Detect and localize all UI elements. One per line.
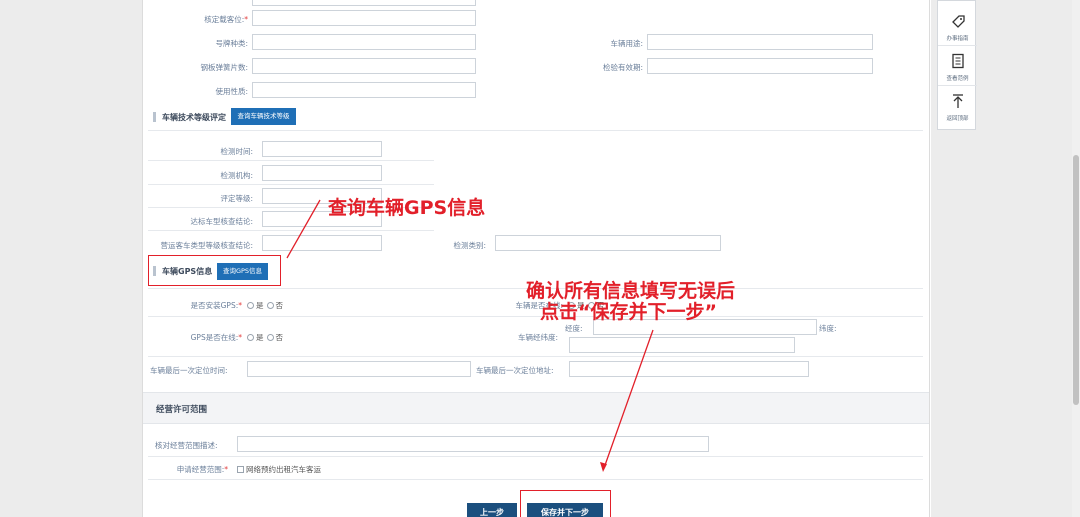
save-annotation-line2: 点击“保存并下一步” xyxy=(540,301,717,323)
save-arrow-line xyxy=(603,329,654,469)
top-label: 返回顶部 xyxy=(946,116,969,122)
document-icon xyxy=(938,53,977,73)
annotation-arrows xyxy=(286,199,654,472)
back-to-top-button[interactable]: 返回顶部 xyxy=(938,86,977,126)
floating-sidebar: 办事指南 查看范例 返回顶部 xyxy=(937,0,977,130)
sample-label: 查看范例 xyxy=(946,76,969,82)
arrow-up-icon xyxy=(938,93,977,113)
page-scrollbar[interactable] xyxy=(1072,0,1080,517)
sample-button[interactable]: 查看范例 xyxy=(938,46,977,86)
scrollbar-thumb[interactable] xyxy=(1073,155,1079,405)
guide-button[interactable]: 办事指南 xyxy=(938,6,977,46)
gps-arrow xyxy=(286,199,321,259)
gps-annotation: 查询车辆GPS信息 xyxy=(328,197,486,219)
guide-label: 办事指南 xyxy=(946,36,969,42)
tag-icon xyxy=(938,13,977,33)
